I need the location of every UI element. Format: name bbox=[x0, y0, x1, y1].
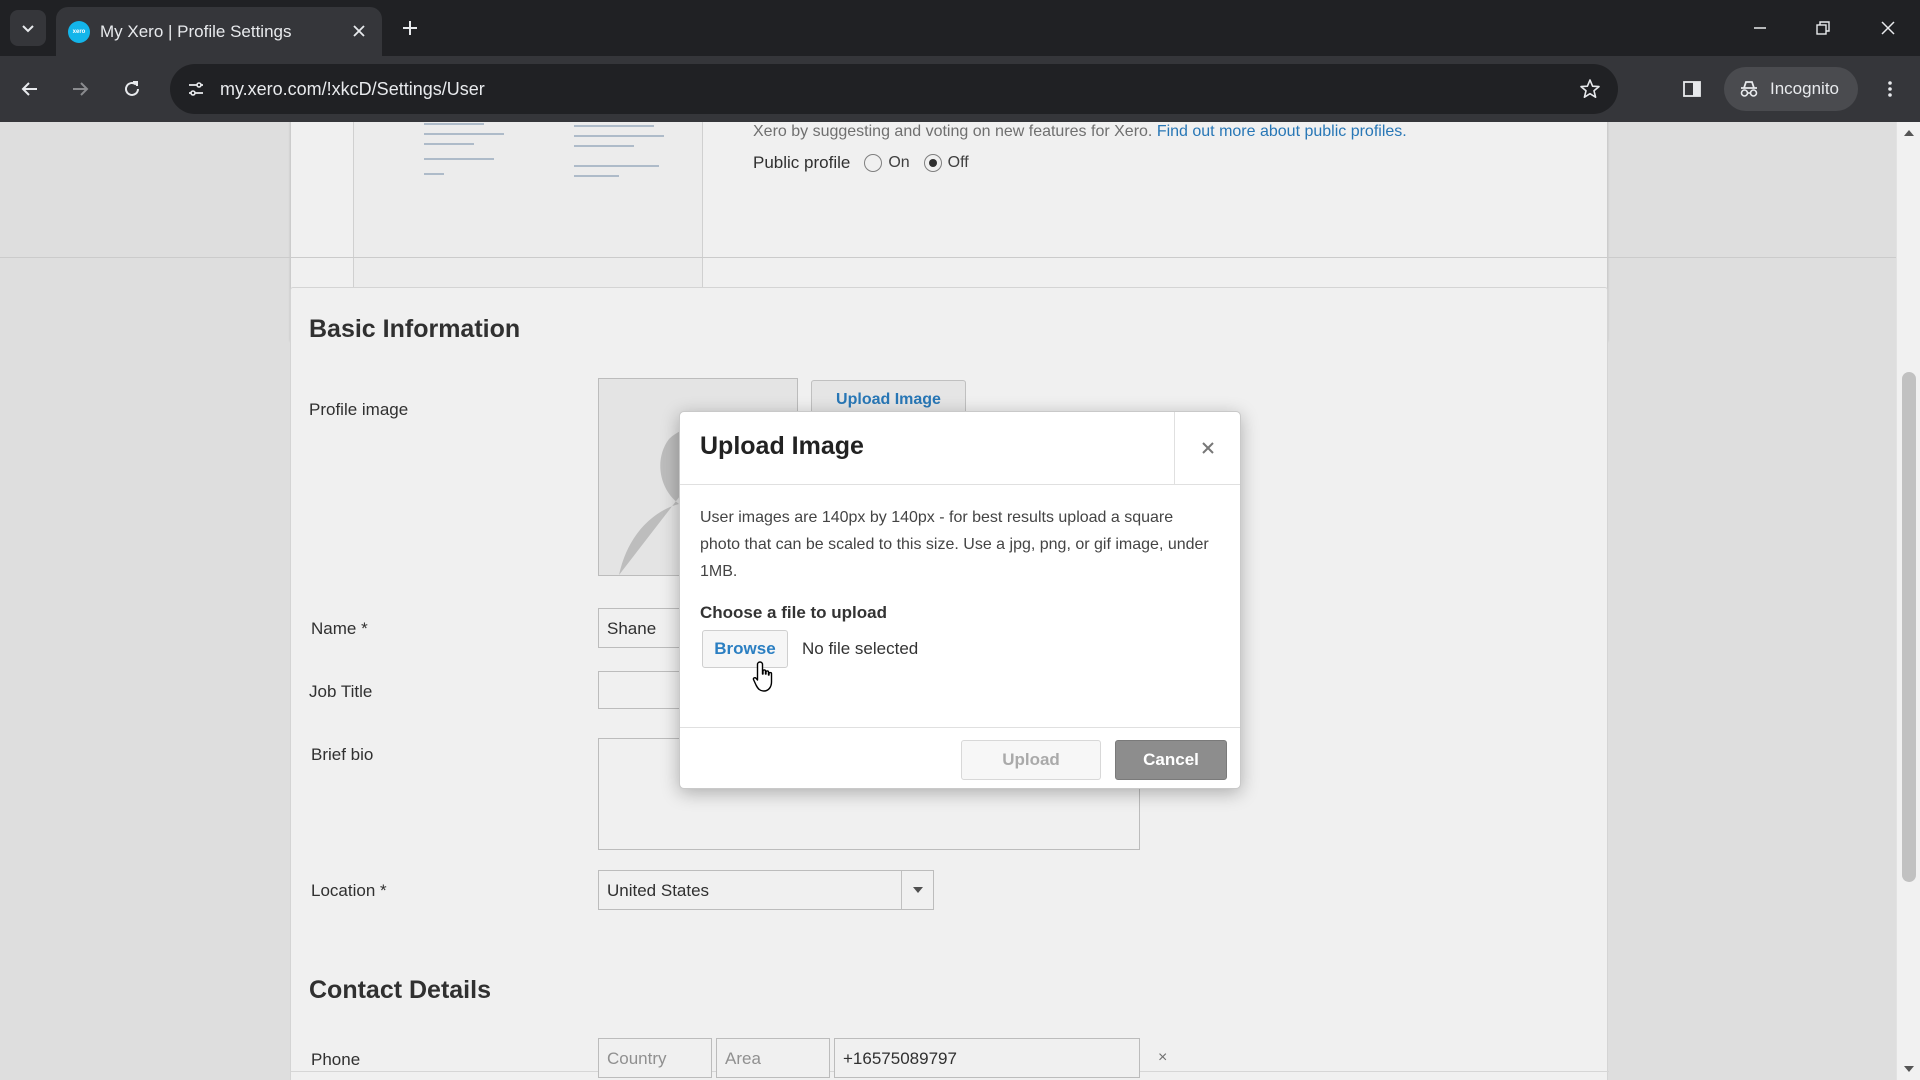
minimize-icon bbox=[1754, 27, 1766, 29]
dialog-header-divider bbox=[680, 484, 1240, 485]
forward-button[interactable] bbox=[60, 69, 100, 109]
incognito-icon bbox=[1740, 81, 1758, 97]
window-close-button[interactable] bbox=[1864, 8, 1912, 48]
upload-instructions: User images are 140px by 140px - for bes… bbox=[700, 509, 1209, 580]
browser-titlebar: xero My Xero | Profile Settings bbox=[0, 0, 1920, 56]
scrollbar-thumb[interactable] bbox=[1902, 372, 1916, 882]
file-status-text: No file selected bbox=[802, 639, 919, 658]
close-icon bbox=[353, 25, 365, 37]
side-panel-icon bbox=[1683, 81, 1701, 97]
browser-toolbar: my.xero.com/!xkcD/Settings/User Incognit… bbox=[0, 56, 1920, 122]
restore-button[interactable] bbox=[1799, 8, 1847, 48]
incognito-indicator[interactable]: Incognito bbox=[1724, 67, 1858, 111]
browser-menu-button[interactable] bbox=[1870, 69, 1910, 109]
arrow-left-icon bbox=[21, 82, 37, 96]
page-scrollbar[interactable] bbox=[1896, 122, 1920, 1080]
more-vertical-icon bbox=[1888, 81, 1892, 97]
tune-icon bbox=[189, 82, 203, 96]
caret-up-icon bbox=[1904, 130, 1914, 136]
reload-icon bbox=[125, 81, 139, 96]
dialog-title: Upload Image bbox=[700, 432, 864, 460]
minimize-button[interactable] bbox=[1736, 8, 1784, 48]
xero-favicon-icon: xero bbox=[68, 21, 90, 43]
plus-icon bbox=[403, 21, 417, 35]
bookmark-button[interactable] bbox=[1576, 75, 1604, 103]
site-info-button[interactable] bbox=[182, 75, 210, 103]
tab-search-button[interactable] bbox=[10, 10, 46, 46]
tab-title: My Xero | Profile Settings bbox=[100, 22, 292, 41]
upload-image-dialog: Upload Image User images are 140px by 14… bbox=[679, 411, 1241, 789]
new-tab-button[interactable] bbox=[394, 12, 426, 44]
active-tab[interactable]: xero My Xero | Profile Settings bbox=[56, 7, 382, 56]
scroll-down-button[interactable] bbox=[1897, 1058, 1920, 1080]
cancel-button[interactable]: Cancel bbox=[1115, 740, 1227, 780]
incognito-label: Incognito bbox=[1770, 79, 1839, 98]
dialog-close-button[interactable] bbox=[1174, 412, 1240, 484]
side-panel-button[interactable] bbox=[1672, 69, 1712, 109]
url-text[interactable]: my.xero.com/!xkcD/Settings/User bbox=[220, 79, 485, 100]
restore-icon bbox=[1816, 21, 1830, 35]
address-bar[interactable]: my.xero.com/!xkcD/Settings/User bbox=[170, 64, 1618, 114]
arrow-right-icon bbox=[73, 82, 89, 96]
back-button[interactable] bbox=[10, 69, 50, 109]
dialog-footer-divider bbox=[680, 727, 1240, 728]
star-icon bbox=[1580, 79, 1600, 98]
caret-down-icon bbox=[1904, 1066, 1914, 1072]
hand-pointer-cursor-icon bbox=[752, 661, 773, 692]
upload-button[interactable]: Upload bbox=[961, 740, 1101, 780]
tab-close-button[interactable] bbox=[348, 20, 370, 42]
close-icon bbox=[1881, 21, 1895, 35]
scroll-up-button[interactable] bbox=[1897, 122, 1920, 144]
close-icon bbox=[1201, 442, 1214, 454]
reload-button[interactable] bbox=[112, 69, 152, 109]
choose-file-label: Choose a file to upload bbox=[700, 603, 888, 622]
chevron-down-icon bbox=[22, 25, 34, 33]
